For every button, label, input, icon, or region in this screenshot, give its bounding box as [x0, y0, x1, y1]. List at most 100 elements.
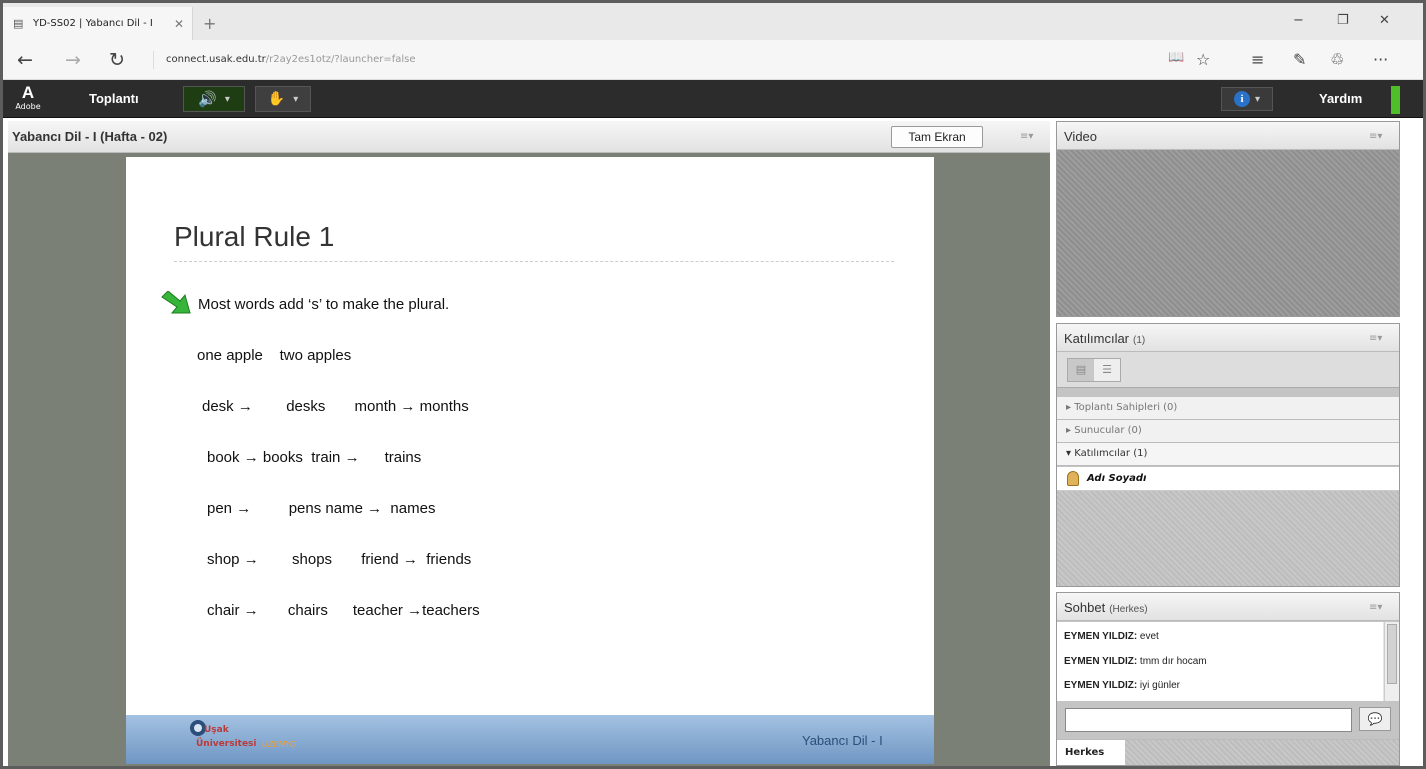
- chat-author: EYMEN YILDIZ:: [1064, 631, 1138, 642]
- info-button[interactable]: i ▾: [1221, 87, 1273, 111]
- status-dropdown-icon[interactable]: ▾: [293, 94, 298, 105]
- logo-text-top: Uşak: [204, 725, 229, 735]
- chat-text: tmm dır hocam: [1137, 656, 1207, 667]
- slide-line: book → books train → trains: [207, 449, 422, 466]
- slide-title-divider: [174, 261, 894, 262]
- attendees-pod-menu-icon[interactable]: ≡▾: [1369, 333, 1382, 344]
- browser-window: ▤ YD-SS02 | Yabancı Dil - I ✕ + − ❐ ✕ ← …: [3, 3, 1423, 766]
- send-message-button[interactable]: 💬: [1359, 707, 1391, 731]
- logo-text-bottom: Üniversitesi: [196, 739, 257, 749]
- participant-avatar-icon: [1067, 471, 1079, 486]
- share-stage: Plural Rule 1 Most words add ‘s’ to make…: [8, 153, 1050, 766]
- status-button[interactable]: ✋ ▾: [255, 86, 311, 112]
- minimize-button[interactable]: −: [1293, 13, 1304, 28]
- raise-hand-icon: ✋: [267, 91, 286, 107]
- page-favicon-icon: ▤: [13, 16, 24, 30]
- web-note-icon[interactable]: ✎: [1293, 50, 1306, 69]
- address-bar-row: ← → ↻ connect.usak.edu.tr/r2ay2es1otz/?l…: [3, 40, 1423, 80]
- chat-message: EYMEN YILDIZ: evet: [1064, 631, 1159, 642]
- meeting-menu[interactable]: Toplantı: [89, 91, 139, 106]
- chat-pod: Sohbet (Herkes) ≡▾ EYMEN YILDIZ: evet EYM…: [1056, 592, 1400, 766]
- chat-scope: (Herkes): [1109, 604, 1148, 615]
- new-tab-button[interactable]: +: [203, 14, 216, 33]
- slide-line: desk → desks month → months: [202, 398, 469, 415]
- group-arrow-icon: ▸: [1066, 425, 1072, 436]
- back-icon[interactable]: ←: [17, 49, 33, 71]
- view-toggle: ▤ ☰: [1067, 358, 1121, 382]
- chat-title-text: Sohbet: [1064, 600, 1106, 615]
- speaker-button[interactable]: 🔊 ▾: [183, 86, 245, 112]
- share-icon[interactable]: ♲: [1330, 50, 1344, 69]
- slide-line: one apple two apples: [197, 347, 352, 364]
- group-presenters[interactable]: ▸ Sunucular (0): [1057, 420, 1399, 443]
- group-label: Toplantı Sahipleri (0): [1074, 402, 1178, 413]
- chat-bubble-icon: 💬: [1367, 712, 1383, 726]
- slide-line: chair → chairs teacher →teachers: [207, 602, 480, 619]
- info-dropdown-icon[interactable]: ▾: [1255, 94, 1260, 105]
- participant-name: Adı Soyadı: [1087, 473, 1147, 484]
- slide-line: shop → shops friend → friends: [207, 551, 472, 568]
- share-pod-menu-icon[interactable]: ≡▾: [1020, 131, 1033, 142]
- slide-title: Plural Rule 1: [174, 221, 335, 252]
- favorite-star-icon[interactable]: ☆: [1196, 50, 1210, 69]
- slide-bullet: Most words add ‘s’ to make the plural.: [198, 296, 450, 313]
- attendees-pod-title: Katılımcılar (1): [1064, 331, 1145, 346]
- chat-scroll-thumb[interactable]: [1387, 624, 1397, 684]
- university-logo: Uşak Üniversitesi UZEMYO: [186, 719, 296, 759]
- fullscreen-button[interactable]: Tam Ekran: [891, 126, 983, 148]
- logo-text-sub: UZEMYO: [262, 740, 297, 749]
- info-icon: i: [1233, 91, 1250, 107]
- group-hosts[interactable]: ▸ Toplantı Sahipleri (0): [1057, 397, 1399, 420]
- video-pod-header: Video ≡▾: [1057, 122, 1399, 150]
- chat-pod-menu-icon[interactable]: ≡▾: [1369, 602, 1382, 613]
- slide-footer: Uşak Üniversitesi UZEMYO Yabancı Dil - I: [126, 715, 934, 764]
- group-arrow-icon: ▸: [1066, 402, 1072, 413]
- slide-footer-text: Yabancı Dil - I: [802, 733, 883, 748]
- adobe-logo-text: Adobe: [15, 102, 41, 111]
- share-pod-title: Yabancı Dil - I (Hafta - 02): [12, 129, 168, 144]
- url-path: /r2ay2es1otz/?launcher=false: [265, 54, 416, 65]
- role-view-icon[interactable]: ☰: [1094, 359, 1120, 381]
- chat-tab-everyone[interactable]: Herkes: [1057, 739, 1125, 765]
- share-pod: Yabancı Dil - I (Hafta - 02) Tam Ekran ≡…: [8, 121, 1050, 766]
- video-area: [1057, 150, 1399, 316]
- url-field[interactable]: connect.usak.edu.tr/r2ay2es1otz/?launche…: [153, 51, 1103, 69]
- attendees-title-text: Katılımcılar: [1064, 331, 1130, 346]
- close-window-button[interactable]: ✕: [1379, 13, 1390, 28]
- tab-bar: ▤ YD-SS02 | Yabancı Dil - I ✕ + − ❐ ✕: [3, 3, 1423, 40]
- group-label: Katılımcılar (1): [1074, 448, 1148, 459]
- participant-row[interactable]: Adı Soyadı: [1057, 467, 1399, 491]
- share-pod-header: Yabancı Dil - I (Hafta - 02) Tam Ekran ≡…: [8, 121, 1050, 153]
- attendees-toolbar: ▤ ☰: [1057, 352, 1399, 388]
- attendees-pod: Katılımcılar (1) ≡▾ ▤ ☰ ▸ Toplantı Sahipl…: [1056, 323, 1400, 587]
- reading-view-icon[interactable]: 📖: [1168, 50, 1184, 65]
- tab-title: YD-SS02 | Yabancı Dil - I: [33, 18, 153, 29]
- speaker-dropdown-icon[interactable]: ▾: [225, 94, 230, 105]
- chat-input[interactable]: [1065, 708, 1352, 732]
- chat-author: EYMEN YILDIZ:: [1064, 680, 1138, 691]
- list-view-icon[interactable]: ▤: [1068, 359, 1094, 381]
- forward-icon[interactable]: →: [65, 49, 81, 71]
- refresh-icon[interactable]: ↻: [109, 49, 125, 71]
- attendees-count: (1): [1133, 335, 1146, 346]
- adobe-logo: A Adobe: [15, 84, 41, 114]
- speaker-icon: 🔊: [198, 90, 217, 108]
- presentation-slide: Plural Rule 1 Most words add ‘s’ to make…: [126, 157, 934, 764]
- chat-author: EYMEN YILDIZ:: [1064, 656, 1138, 667]
- hub-icon[interactable]: ≡: [1251, 50, 1264, 69]
- more-icon[interactable]: ···: [1373, 50, 1388, 69]
- chat-text: evet: [1137, 631, 1159, 642]
- tab-close-icon[interactable]: ✕: [174, 17, 184, 31]
- url-domain: connect.usak.edu.tr: [166, 54, 266, 65]
- restore-button[interactable]: ❐: [1337, 13, 1349, 28]
- browser-tab[interactable]: ▤ YD-SS02 | Yabancı Dil - I ✕: [3, 7, 193, 40]
- chat-pod-header: Sohbet (Herkes) ≡▾: [1057, 593, 1399, 621]
- chat-scrollbar[interactable]: [1384, 622, 1399, 701]
- group-participants[interactable]: ▾ Katılımcılar (1): [1057, 443, 1399, 466]
- connect-toolbar: A Adobe Toplantı 🔊 ▾ ✋ ▾ i ▾ Yardım: [3, 80, 1423, 118]
- chat-message: EYMEN YILDIZ: iyi günler: [1064, 680, 1180, 691]
- chat-pod-title: Sohbet (Herkes): [1064, 600, 1148, 615]
- connection-status-indicator: [1391, 86, 1400, 114]
- video-pod-menu-icon[interactable]: ≡▾: [1369, 131, 1382, 142]
- help-menu[interactable]: Yardım: [1319, 91, 1362, 106]
